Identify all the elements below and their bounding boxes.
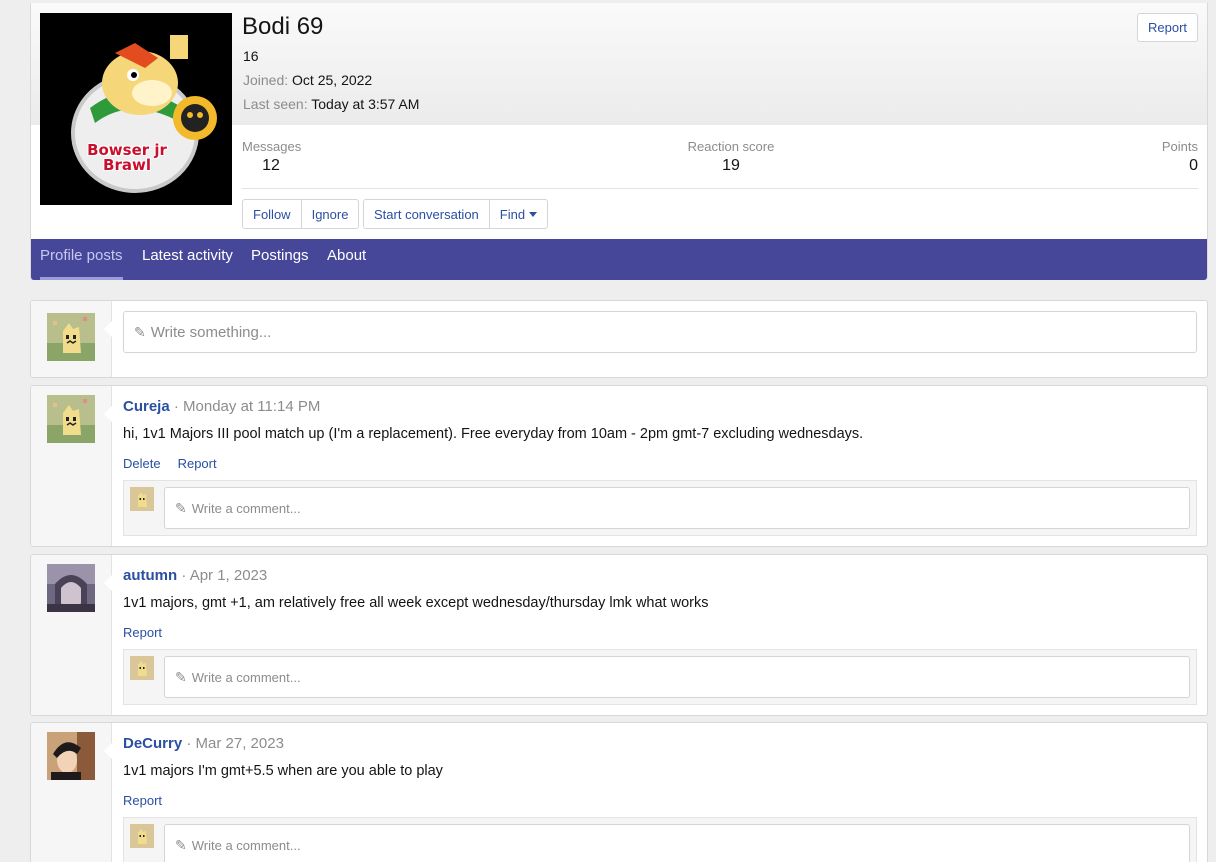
commenter-avatar	[130, 824, 154, 848]
profile-post: DeCurry · Mar 27, 2023 1v1 majors I'm gm…	[30, 722, 1208, 862]
post-header: autumn · Apr 1, 2023	[123, 567, 268, 584]
pencil-icon: ✎	[175, 499, 187, 516]
follow-button[interactable]: Follow	[243, 200, 301, 228]
commenter-avatar	[130, 656, 154, 680]
comment-placeholder: Write a comment...	[191, 500, 301, 516]
anime-boy-avatar-image	[47, 732, 95, 780]
write-something-input[interactable]: ✎ Write something...	[123, 311, 1197, 353]
mimikyu-avatar-image	[130, 656, 154, 680]
composer-placeholder: Write something...	[150, 323, 272, 341]
pencil-icon: ✎	[134, 323, 146, 340]
post-user-cell	[31, 723, 112, 862]
post-header: Cureja · Monday at 11:14 PM	[123, 398, 321, 415]
post-author[interactable]: DeCurry	[123, 735, 182, 752]
commenter-avatar	[130, 487, 154, 511]
comment-placeholder: Write a comment...	[191, 837, 301, 853]
post-author[interactable]: Cureja	[123, 398, 170, 415]
post-author[interactable]: autumn	[123, 567, 177, 584]
tab-latest-activity[interactable]: Latest activity	[142, 239, 233, 280]
profile-header: Bowser jr Brawl Bodi 69 16 Joined: Oct 2…	[30, 3, 1208, 280]
post-actions: Report	[123, 793, 162, 808]
comment-placeholder: Write a comment...	[191, 669, 301, 685]
post-date[interactable]: Monday at 11:14 PM	[183, 398, 320, 415]
pencil-icon: ✎	[175, 668, 187, 685]
caret-down-icon	[529, 211, 538, 217]
pencil-icon: ✎	[175, 836, 187, 853]
mimikyu-avatar-image	[47, 395, 95, 443]
stat-points[interactable]: Points 0	[1160, 139, 1198, 175]
last-seen-value[interactable]: Today at 3:57 AM	[311, 96, 419, 112]
last-seen-label: Last seen:	[243, 96, 308, 112]
joined-line: Joined: Oct 25, 2022	[243, 72, 372, 88]
write-comment-input[interactable]: ✎ Write a comment...	[164, 487, 1190, 529]
post-date[interactable]: Apr 1, 2023	[190, 567, 268, 584]
ignore-button[interactable]: Ignore	[300, 200, 359, 228]
tab-about[interactable]: About	[327, 239, 366, 280]
report-link[interactable]: Report	[178, 456, 217, 471]
post-body: hi, 1v1 Majors III pool match up (I'm a …	[123, 426, 864, 442]
composer-user-cell	[31, 301, 112, 377]
stat-value: 19	[722, 157, 740, 174]
profile-post-composer: ✎ Write something...	[30, 300, 1208, 378]
write-comment-input[interactable]: ✎ Write a comment...	[164, 656, 1190, 698]
find-dropdown-button[interactable]: Find	[488, 200, 547, 228]
post-body: 1v1 majors I'm gmt+5.5 when are you able…	[123, 763, 443, 779]
post-user-cell	[31, 555, 112, 715]
tab-profile-posts[interactable]: Profile posts	[40, 239, 123, 280]
post-user-cell	[31, 386, 112, 546]
bowser-jr-avatar-image	[40, 13, 232, 205]
mimikyu-avatar-image	[130, 824, 154, 848]
write-comment-input[interactable]: ✎ Write a comment...	[164, 824, 1190, 862]
author-avatar[interactable]	[47, 732, 95, 780]
stat-value: 0	[1189, 157, 1198, 174]
post-actions: Report	[123, 625, 162, 640]
stat-messages[interactable]: Messages 12	[242, 139, 302, 175]
start-conversation-button[interactable]: Start conversation	[364, 200, 489, 228]
joined-label: Joined:	[243, 72, 289, 88]
follow-ignore-group: Follow Ignore	[242, 199, 360, 229]
avatar-caption: Bowser jr Brawl	[87, 141, 167, 174]
profile-username: Bodi 69	[242, 13, 324, 40]
mimikyu-avatar-image	[47, 313, 95, 361]
post-body: 1v1 majors, gmt +1, am relatively free a…	[123, 595, 709, 611]
report-profile-button[interactable]: Report	[1137, 13, 1198, 42]
last-seen-line: Last seen: Today at 3:57 AM	[243, 96, 419, 112]
profile-avatar[interactable]: Bowser jr Brawl	[40, 13, 232, 205]
stat-label: Points	[1161, 139, 1198, 154]
post-date[interactable]: Mar 27, 2023	[196, 735, 284, 752]
anime-girl-avatar-image	[47, 564, 95, 612]
find-label: Find	[499, 206, 526, 222]
profile-tabs: Profile posts Latest activity Postings A…	[31, 239, 1207, 280]
comment-area: ✎ Write a comment...	[123, 817, 1197, 862]
stat-label: Reaction score	[687, 139, 775, 154]
conversation-find-group: Start conversation Find	[363, 199, 549, 229]
profile-stats: Messages 12 Reaction score 19 Points 0	[242, 125, 1198, 189]
joined-value: Oct 25, 2022	[292, 72, 373, 88]
comment-area: ✎ Write a comment...	[123, 480, 1197, 536]
stat-label: Messages	[242, 139, 302, 154]
current-user-avatar[interactable]	[47, 313, 95, 361]
profile-post: Cureja · Monday at 11:14 PM hi, 1v1 Majo…	[30, 385, 1208, 547]
author-avatar[interactable]	[47, 564, 95, 612]
delete-link[interactable]: Delete	[123, 456, 161, 471]
tab-postings[interactable]: Postings	[251, 239, 309, 280]
post-header: DeCurry · Mar 27, 2023	[123, 735, 284, 752]
author-avatar[interactable]	[47, 395, 95, 443]
stat-value: 12	[262, 157, 280, 174]
report-link[interactable]: Report	[123, 793, 162, 808]
post-actions: Delete Report	[123, 456, 217, 471]
report-link[interactable]: Report	[123, 625, 162, 640]
user-title: 16	[243, 48, 259, 64]
profile-post: autumn · Apr 1, 2023 1v1 majors, gmt +1,…	[30, 554, 1208, 716]
stat-reaction-score[interactable]: Reaction score 19	[687, 139, 775, 175]
comment-area: ✎ Write a comment...	[123, 649, 1197, 705]
mimikyu-avatar-image	[130, 487, 154, 511]
